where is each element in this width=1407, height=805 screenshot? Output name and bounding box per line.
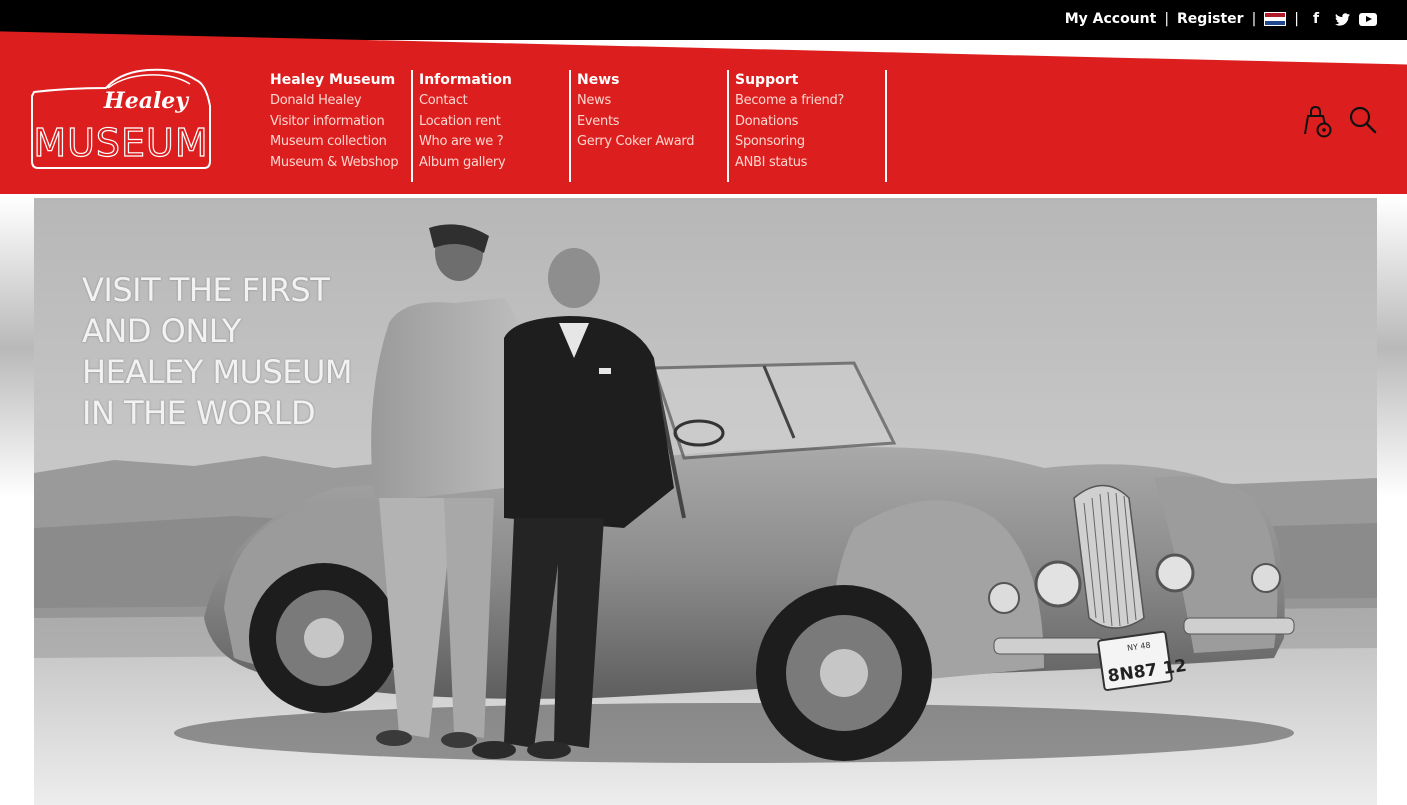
facebook-icon[interactable]: f bbox=[1307, 11, 1325, 27]
hero-side-fade-right bbox=[1377, 198, 1407, 498]
nav-link[interactable]: Museum & Webshop bbox=[270, 153, 401, 174]
nav-link[interactable]: ANBI status bbox=[735, 153, 875, 174]
nav-link[interactable]: Contact bbox=[419, 91, 559, 112]
nav-link[interactable]: Visitor information bbox=[270, 112, 401, 133]
hero-side-fade-left bbox=[0, 198, 34, 498]
hero-headline-line: AND ONLY bbox=[82, 312, 241, 350]
nav-link[interactable]: Gerry Coker Award bbox=[577, 132, 717, 153]
logo-script-text: Healey bbox=[103, 88, 190, 114]
search-icon[interactable] bbox=[1347, 104, 1379, 138]
nav-link[interactable]: Events bbox=[577, 112, 717, 133]
nav-column-healey-museum: Healey Museum Donald Healey Visitor info… bbox=[265, 70, 413, 182]
nav-heading-news[interactable]: News bbox=[577, 70, 717, 90]
flag-stripe-blue bbox=[1265, 21, 1286, 25]
nav-link[interactable]: Location rent bbox=[419, 112, 559, 133]
shopping-bag-icon[interactable] bbox=[1301, 104, 1333, 138]
account-links: My Account | Register | | f bbox=[1065, 11, 1377, 27]
logo-text: MUSEUM bbox=[33, 121, 208, 165]
dutch-flag-icon[interactable] bbox=[1264, 12, 1287, 26]
youtube-icon[interactable] bbox=[1359, 11, 1377, 27]
separator: | bbox=[1164, 11, 1170, 27]
my-account-link[interactable]: My Account bbox=[1065, 11, 1157, 27]
nav-link[interactable]: Become a friend? bbox=[735, 91, 875, 112]
healey-museum-logo[interactable]: Healey MUSEUM bbox=[28, 66, 218, 174]
nav-column-information: Information Contact Location rent Who ar… bbox=[413, 70, 571, 182]
hero-headline-line: HEALEY MUSEUM bbox=[82, 353, 353, 391]
separator: | bbox=[1294, 11, 1299, 27]
hero-headline-line: IN THE WORLD bbox=[82, 394, 316, 432]
nav-link[interactable]: Museum collection bbox=[270, 132, 401, 153]
nav-link[interactable]: Sponsoring bbox=[735, 132, 875, 153]
nav-link[interactable]: Donations bbox=[735, 112, 875, 133]
nav-heading-support[interactable]: Support bbox=[735, 70, 875, 90]
nav-link[interactable]: Donald Healey bbox=[270, 91, 401, 112]
main-navigation: Healey Museum Donald Healey Visitor info… bbox=[265, 70, 887, 182]
register-link[interactable]: Register bbox=[1177, 11, 1244, 27]
hero-headline: VISIT THE FIRST AND ONLY HEALEY MUSEUM I… bbox=[82, 270, 412, 434]
nav-link[interactable]: Album gallery bbox=[419, 153, 559, 174]
hero-headline-line: VISIT THE FIRST bbox=[82, 271, 330, 309]
twitter-icon[interactable] bbox=[1333, 11, 1351, 27]
nav-column-support: Support Become a friend? Donations Spons… bbox=[729, 70, 887, 182]
nav-heading-information[interactable]: Information bbox=[419, 70, 559, 90]
nav-link[interactable]: Who are we ? bbox=[419, 132, 559, 153]
nav-heading-healey-museum[interactable]: Healey Museum bbox=[270, 70, 401, 90]
separator: | bbox=[1251, 11, 1257, 27]
nav-column-news: News News Events Gerry Coker Award bbox=[571, 70, 729, 182]
header-icons bbox=[1301, 104, 1379, 138]
nav-link[interactable]: News bbox=[577, 91, 717, 112]
